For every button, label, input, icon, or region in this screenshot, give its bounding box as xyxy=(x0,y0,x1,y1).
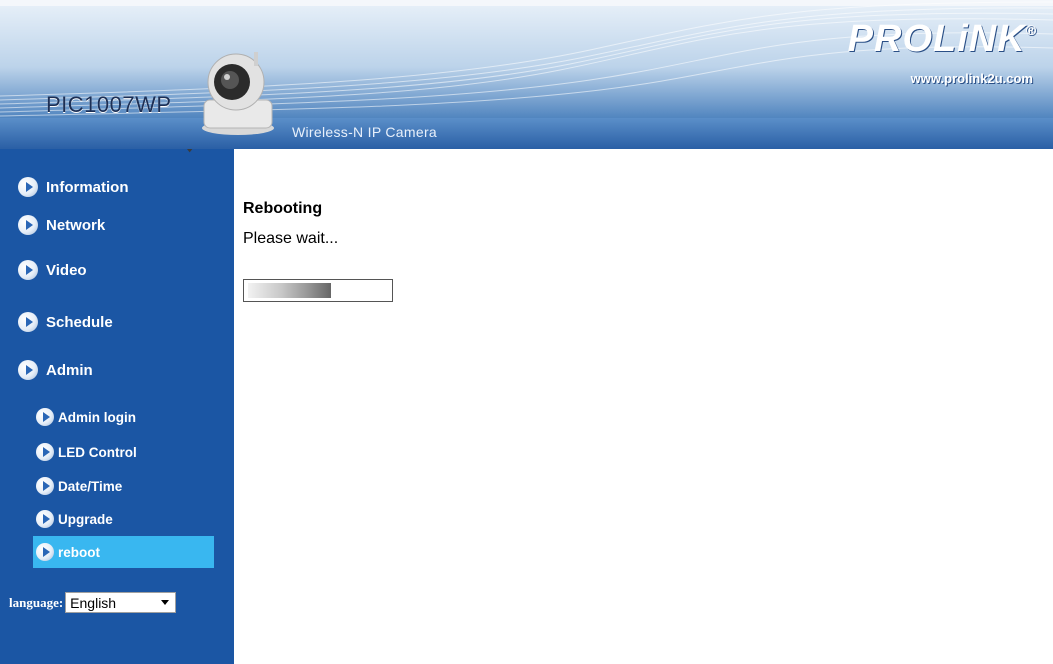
arrow-circle-icon xyxy=(36,543,54,561)
sidebar-pointer-icon xyxy=(187,149,193,153)
model-name: PIC1007WP xyxy=(46,92,172,117)
language-dropdown[interactable]: English xyxy=(65,592,177,613)
sidebar-item-information[interactable]: Information xyxy=(18,177,129,197)
arrow-circle-icon xyxy=(36,477,54,495)
sidebar-subitem-label: Date/Time xyxy=(58,478,123,494)
sidebar-item-admin[interactable]: Admin xyxy=(18,360,93,380)
header-bottom-bar xyxy=(0,118,1053,149)
arrow-circle-icon xyxy=(18,312,38,332)
arrow-circle-icon xyxy=(18,177,38,197)
sidebar-item-label: Schedule xyxy=(46,313,113,331)
sidebar-subitem-label: Upgrade xyxy=(58,511,113,527)
page-title: Rebooting xyxy=(243,200,323,217)
sidebar-item-network[interactable]: Network xyxy=(18,215,105,235)
arrow-circle-icon xyxy=(36,510,54,528)
sidebar-subitem-reboot[interactable]: reboot xyxy=(33,536,214,568)
sidebar-item-label: Video xyxy=(46,261,87,279)
status-message: Please wait... xyxy=(243,230,339,247)
sidebar-subitem-label: Admin login xyxy=(58,409,136,425)
progress-fill xyxy=(248,283,331,298)
progress-bar xyxy=(243,279,393,302)
brand-url: www.prolink2u.com xyxy=(910,71,1033,86)
header-banner: PIC1007WP Wireless-N IP Camera PROLiNK® … xyxy=(0,0,1053,149)
language-selector: language: English xyxy=(9,592,177,613)
sidebar-subitem-upgrade[interactable]: Upgrade xyxy=(36,510,113,528)
brand-name: PROLiNK xyxy=(847,18,1026,60)
language-label: language: xyxy=(9,594,64,610)
sidebar-subitem-label: LED Control xyxy=(58,444,137,460)
sidebar-subitem-admin-login[interactable]: Admin login xyxy=(36,408,136,426)
sidebar-item-label: Network xyxy=(46,216,106,234)
sidebar-item-schedule[interactable]: Schedule xyxy=(18,312,113,332)
language-selected-value: English xyxy=(70,594,117,611)
dropdown-arrow-icon[interactable] xyxy=(161,600,170,605)
arrow-circle-icon xyxy=(18,360,38,380)
sidebar-item-label: Admin xyxy=(46,361,93,379)
sidebar-subitem-label: reboot xyxy=(58,544,100,560)
brand-logo: PROLiNK® xyxy=(848,18,1037,61)
arrow-circle-icon xyxy=(18,260,38,280)
sidebar-item-label: Information xyxy=(46,178,129,196)
sidebar-subitem-date-time[interactable]: Date/Time xyxy=(36,477,122,495)
camera-icon xyxy=(202,52,274,135)
sidebar-subitem-led-control[interactable]: LED Control xyxy=(36,443,137,461)
arrow-circle-icon xyxy=(36,443,54,461)
registered-mark: ® xyxy=(1025,22,1037,38)
arrow-circle-icon xyxy=(18,215,38,235)
tagline: Wireless-N IP Camera xyxy=(292,124,437,140)
sidebar-item-video[interactable]: Video xyxy=(18,260,87,280)
arrow-circle-icon xyxy=(36,408,54,426)
